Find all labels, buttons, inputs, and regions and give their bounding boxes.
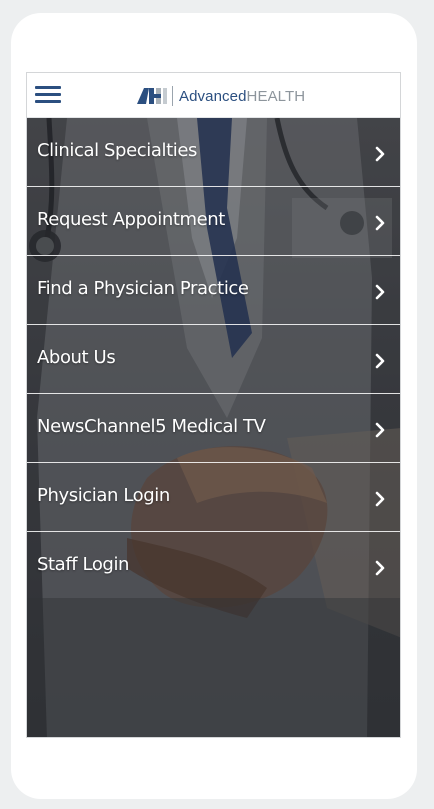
chevron-right-icon — [375, 146, 385, 162]
chevron-right-icon — [375, 353, 385, 369]
chevron-right-icon — [375, 284, 385, 300]
menu-item-label: Request Appointment — [37, 209, 225, 230]
chevron-right-icon — [375, 215, 385, 231]
menu-item-label: NewsChannel5 Medical TV — [37, 416, 266, 437]
advanced-health-logo-mark — [137, 88, 167, 104]
hero-background: Clinical Specialties Request Appointment… — [27, 118, 400, 737]
chevron-right-icon — [375, 422, 385, 438]
site-logo[interactable]: AdvancedHEALTH — [137, 84, 305, 108]
menu-item-label: Clinical Specialties — [37, 140, 197, 161]
chevron-right-icon — [375, 560, 385, 576]
logo-text-advanced: Advanced — [179, 87, 247, 105]
logo-text-health: HEALTH — [246, 87, 306, 105]
top-navigation-bar: AdvancedHEALTH — [27, 73, 400, 118]
menu-item-clinical-specialties[interactable]: Clinical Specialties — [27, 118, 400, 187]
menu-item-find-physician-practice[interactable]: Find a Physician Practice — [27, 256, 400, 325]
menu-item-newschannel5-medical-tv[interactable]: NewsChannel5 Medical TV — [27, 394, 400, 463]
logo-wordmark: AdvancedHEALTH — [179, 89, 305, 104]
menu-item-staff-login[interactable]: Staff Login — [27, 532, 400, 600]
menu-item-label: Physician Login — [37, 485, 170, 506]
mobile-screen: AdvancedHEALTH Clinical Specialties Requ… — [26, 72, 401, 738]
menu-item-request-appointment[interactable]: Request Appointment — [27, 187, 400, 256]
menu-item-physician-login[interactable]: Physician Login — [27, 463, 400, 532]
menu-item-about-us[interactable]: About Us — [27, 325, 400, 394]
hamburger-menu-icon[interactable] — [35, 85, 61, 105]
menu-item-label: About Us — [37, 347, 116, 368]
menu-item-label: Staff Login — [37, 554, 130, 575]
main-menu: Clinical Specialties Request Appointment… — [27, 118, 400, 600]
logo-divider — [172, 86, 173, 106]
menu-item-label: Find a Physician Practice — [37, 278, 249, 299]
chevron-right-icon — [375, 491, 385, 507]
